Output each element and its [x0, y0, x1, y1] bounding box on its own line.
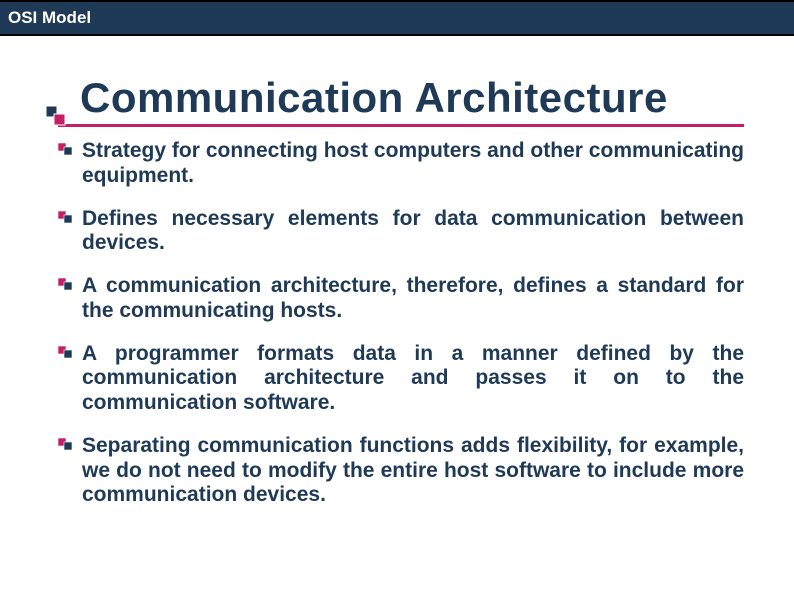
slide-content: Communication Architecture Strategy for …	[0, 36, 794, 508]
list-item: Defines necessary elements for data comm…	[58, 207, 744, 257]
slide-title: Communication Architecture	[58, 74, 744, 124]
title-bullet-icon	[46, 106, 68, 128]
header-bar: OSI Model	[0, 0, 794, 36]
list-item: Separating communication functions adds …	[58, 434, 744, 508]
list-item: Strategy for connecting host computers a…	[58, 139, 744, 189]
header-title: OSI Model	[8, 8, 91, 28]
bullet-text: A programmer formats data in a manner de…	[82, 342, 744, 416]
bullet-text: Defines necessary elements for data comm…	[82, 207, 744, 257]
bullet-list: Strategy for connecting host computers a…	[58, 139, 744, 508]
bullet-icon	[58, 211, 74, 227]
bullet-icon	[58, 438, 74, 454]
bullet-icon	[58, 143, 74, 159]
list-item: A programmer formats data in a manner de…	[58, 342, 744, 416]
bullet-text: Separating communication functions adds …	[82, 434, 744, 508]
bullet-icon	[58, 278, 74, 294]
bullet-text: A communication architecture, therefore,…	[82, 274, 744, 324]
bullet-text: Strategy for connecting host computers a…	[82, 139, 744, 189]
list-item: A communication architecture, therefore,…	[58, 274, 744, 324]
bullet-icon	[58, 346, 74, 362]
title-wrap: Communication Architecture	[58, 74, 744, 127]
